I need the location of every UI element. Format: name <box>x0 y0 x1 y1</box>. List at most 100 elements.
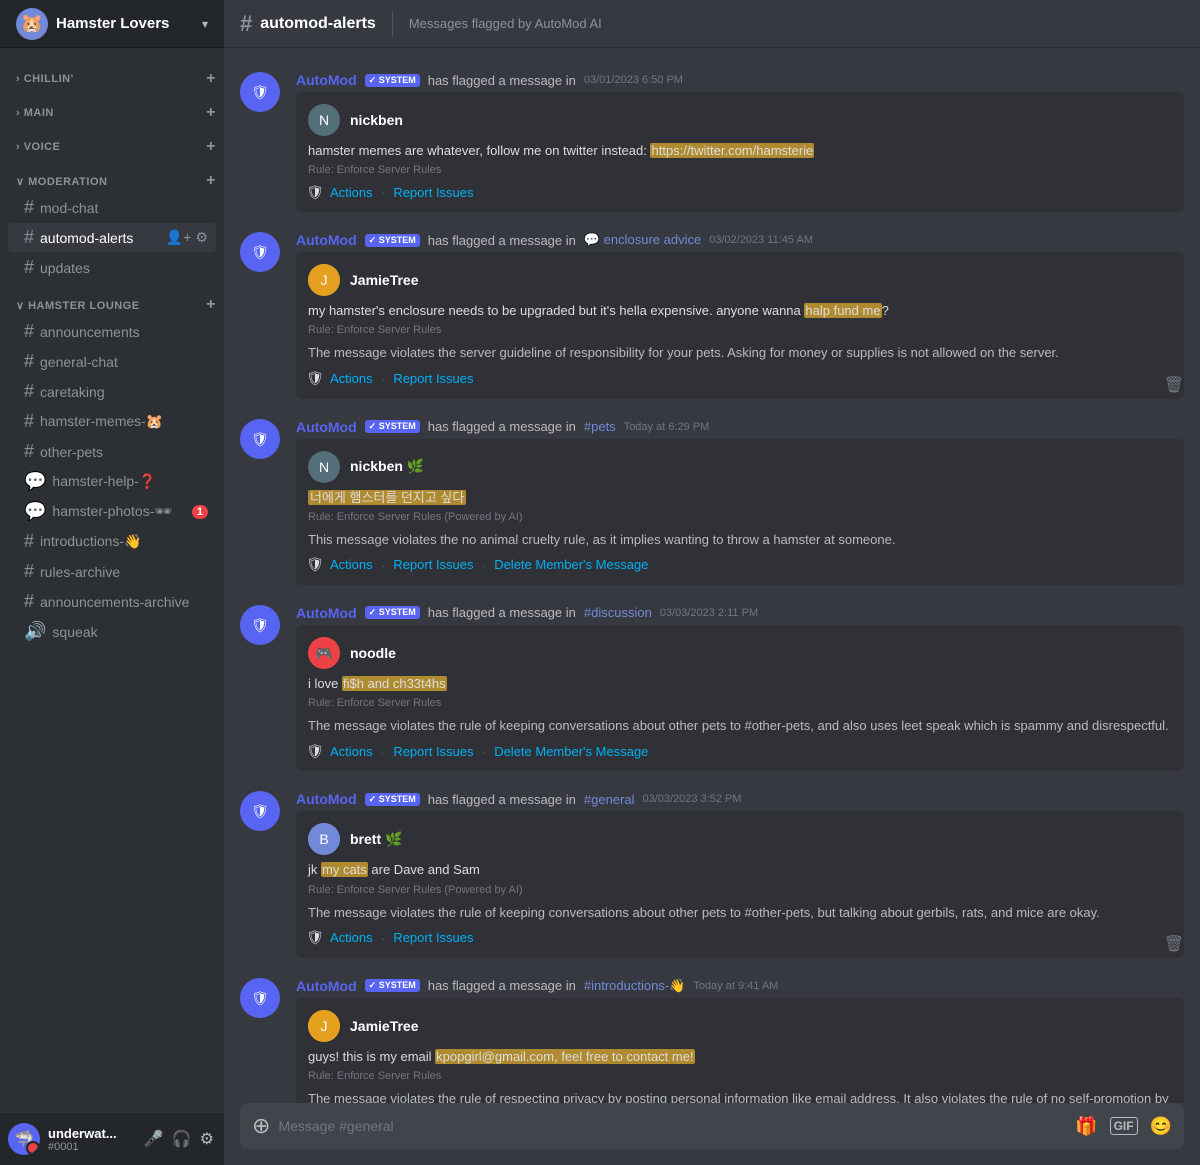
flagged-user-row: J JamieTree <box>308 264 1172 296</box>
add-channel-button[interactable]: + <box>206 104 216 122</box>
report-issues-button[interactable]: Report Issues <box>393 557 473 572</box>
system-tag: ✓ SYSTEM <box>365 606 420 619</box>
action-row: 🛡 Actions · Report Issues <box>308 184 1172 200</box>
category-header-voice[interactable]: › VOICE + <box>0 132 224 158</box>
message-timestamp: 03/03/2023 3:52 PM <box>642 793 741 805</box>
delete-member-message-button[interactable]: Delete Member's Message <box>494 744 648 759</box>
message-header: AutoMod ✓ SYSTEM has flagged a message i… <box>296 605 1184 621</box>
user-discriminator: #0001 <box>48 1141 134 1153</box>
add-member-icon[interactable]: 👤+ <box>166 229 192 246</box>
avatar: 🛡 <box>240 605 280 645</box>
settings-icon[interactable]: ⚙ <box>195 229 208 246</box>
delete-member-message-button[interactable]: Delete Member's Message <box>494 557 648 572</box>
message-author: AutoMod <box>296 978 357 994</box>
sidebar-item-hamster-help[interactable]: 💬 hamster-help-❓ <box>8 467 216 496</box>
report-issues-button[interactable]: Report Issues <box>393 930 473 945</box>
actions-button[interactable]: Actions <box>330 371 373 386</box>
emoji-icon[interactable]: 😊 <box>1150 1116 1172 1137</box>
sidebar-item-caretaking[interactable]: # caretaking <box>8 377 216 406</box>
sidebar-item-rules-archive[interactable]: # rules-archive <box>8 557 216 586</box>
messages-list: 🛡 AutoMod ✓ SYSTEM has flagged a message… <box>224 48 1200 1103</box>
message-group: 🛡 AutoMod ✓ SYSTEM has flagged a message… <box>224 970 1200 1103</box>
delete-button[interactable]: 🗑 <box>1164 934 1184 954</box>
sidebar-item-squeak[interactable]: 🔊 squeak <box>8 617 216 646</box>
add-channel-button[interactable]: + <box>206 172 216 190</box>
sidebar-item-mod-chat[interactable]: # mod-chat <box>8 193 216 222</box>
avatar: 🛡 <box>240 419 280 459</box>
channel-label: other-pets <box>40 444 208 460</box>
sidebar-item-announcements-archive[interactable]: # announcements-archive <box>8 587 216 616</box>
add-channel-button[interactable]: + <box>206 70 216 88</box>
microphone-icon[interactable]: 🎤 <box>142 1127 166 1151</box>
report-issues-button[interactable]: Report Issues <box>393 371 473 386</box>
channel-mention: #introductions-👋 <box>584 978 685 994</box>
add-attachment-button[interactable]: ⊕ <box>252 1103 270 1149</box>
message-author: AutoMod <box>296 232 357 248</box>
settings-icon[interactable]: ⚙ <box>198 1127 216 1151</box>
channel-label: hamster-help-❓ <box>52 473 208 490</box>
chat-header: # automod-alerts Messages flagged by Aut… <box>224 0 1200 48</box>
sidebar-item-hamster-memes[interactable]: # hamster-memes-🐹 <box>8 407 216 436</box>
gif-button[interactable]: GIF <box>1110 1117 1138 1135</box>
sidebar-item-hamster-photos[interactable]: 💬 hamster-photos-🕶 1 <box>8 497 216 526</box>
flagged-user-row: B brett 🌿 <box>308 823 1172 855</box>
flagged-message-text: guys! this is my email kpopgirl@gmail.co… <box>308 1048 1172 1066</box>
message-input[interactable] <box>278 1106 1067 1146</box>
sidebar-item-updates[interactable]: # updates <box>8 253 216 282</box>
sidebar-item-introductions[interactable]: # introductions-👋 <box>8 527 216 556</box>
action-row: 🛡 Actions · Report Issues · Delete Membe… <box>308 557 1172 573</box>
actions-button[interactable]: Actions <box>330 744 373 759</box>
channel-label: hamster-memes-🐹 <box>40 413 208 430</box>
server-header[interactable]: 🐹 Hamster Lovers ▾ <box>0 0 224 48</box>
input-toolbar: 🎁 GIF 😊 <box>1075 1116 1172 1137</box>
hash-icon: # <box>24 441 34 462</box>
delete-button[interactable]: 🗑 <box>1164 375 1184 395</box>
action-row: 🛡 Actions · Report Issues <box>308 930 1172 946</box>
gift-icon[interactable]: 🎁 <box>1075 1116 1097 1137</box>
add-channel-button[interactable]: + <box>206 138 216 156</box>
dot-separator: · <box>381 371 386 387</box>
flagged-user-avatar: J <box>308 1010 340 1042</box>
category-header-moderation[interactable]: ∨ MODERATION + <box>0 166 224 192</box>
category-header-main[interactable]: › MAIN + <box>0 98 224 124</box>
headphone-icon[interactable]: 🎧 <box>170 1127 194 1151</box>
rule-text: Rule: Enforce Server Rules (Powered by A… <box>308 511 1172 523</box>
flagged-username: nickben 🌿 <box>350 458 424 475</box>
report-issues-button[interactable]: Report Issues <box>393 185 473 200</box>
message-author: AutoMod <box>296 72 357 88</box>
svg-text:N: N <box>319 112 329 128</box>
unread-badge: 1 <box>192 505 208 519</box>
hash-icon: # <box>24 257 34 278</box>
message-input-area: ⊕ 🎁 GIF 😊 <box>224 1103 1200 1165</box>
system-tag: ✓ SYSTEM <box>365 420 420 433</box>
sidebar-item-automod-alerts[interactable]: # automod-alerts 👤+ ⚙ <box>8 223 216 252</box>
sidebar-item-announcements[interactable]: # announcements <box>8 317 216 346</box>
flagged-username: nickben <box>350 112 403 128</box>
dot-separator: · <box>381 557 386 573</box>
flagged-user-avatar: B <box>308 823 340 855</box>
actions-button[interactable]: Actions <box>330 557 373 572</box>
category-header-hamster-lounge[interactable]: ∨ HAMSTER LOUNGE + <box>0 290 224 316</box>
flagged-message-text: my hamster's enclosure needs to be upgra… <box>308 302 1172 320</box>
sidebar-item-general-chat[interactable]: # general-chat <box>8 347 216 376</box>
violation-reason: The message violates the rule of respect… <box>308 1090 1172 1103</box>
svg-text:B: B <box>319 831 328 847</box>
flagged-card: N nickben 🌿 너에게 햄스터를 던지고 싶다 Rule: Enforc… <box>296 439 1184 585</box>
flagged-text-inline: has flagged a message in <box>428 605 576 620</box>
sidebar-item-other-pets[interactable]: # other-pets <box>8 437 216 466</box>
category-header-chillin[interactable]: › CHILLIN' + <box>0 64 224 90</box>
add-channel-button[interactable]: + <box>206 296 216 314</box>
message-group: 🛡 AutoMod ✓ SYSTEM has flagged a message… <box>224 597 1200 783</box>
violation-reason: The message violates the rule of keeping… <box>308 717 1172 735</box>
message-group: 🛡 AutoMod ✓ SYSTEM has flagged a message… <box>224 783 1200 969</box>
channel-label: automod-alerts <box>40 230 160 246</box>
rule-text: Rule: Enforce Server Rules <box>308 164 1172 176</box>
actions-button[interactable]: Actions <box>330 185 373 200</box>
svg-text:J: J <box>321 272 328 288</box>
flagged-card: 🎮 noodle i love fi$h and ch33t4hs Rule: … <box>296 625 1184 771</box>
actions-button[interactable]: Actions <box>330 930 373 945</box>
message-timestamp: 03/02/2023 11:45 AM <box>709 234 813 246</box>
action-row: 🛡 Actions · Report Issues · Delete Membe… <box>308 743 1172 759</box>
report-issues-button[interactable]: Report Issues <box>393 744 473 759</box>
rule-text: Rule: Enforce Server Rules (Powered by A… <box>308 884 1172 896</box>
